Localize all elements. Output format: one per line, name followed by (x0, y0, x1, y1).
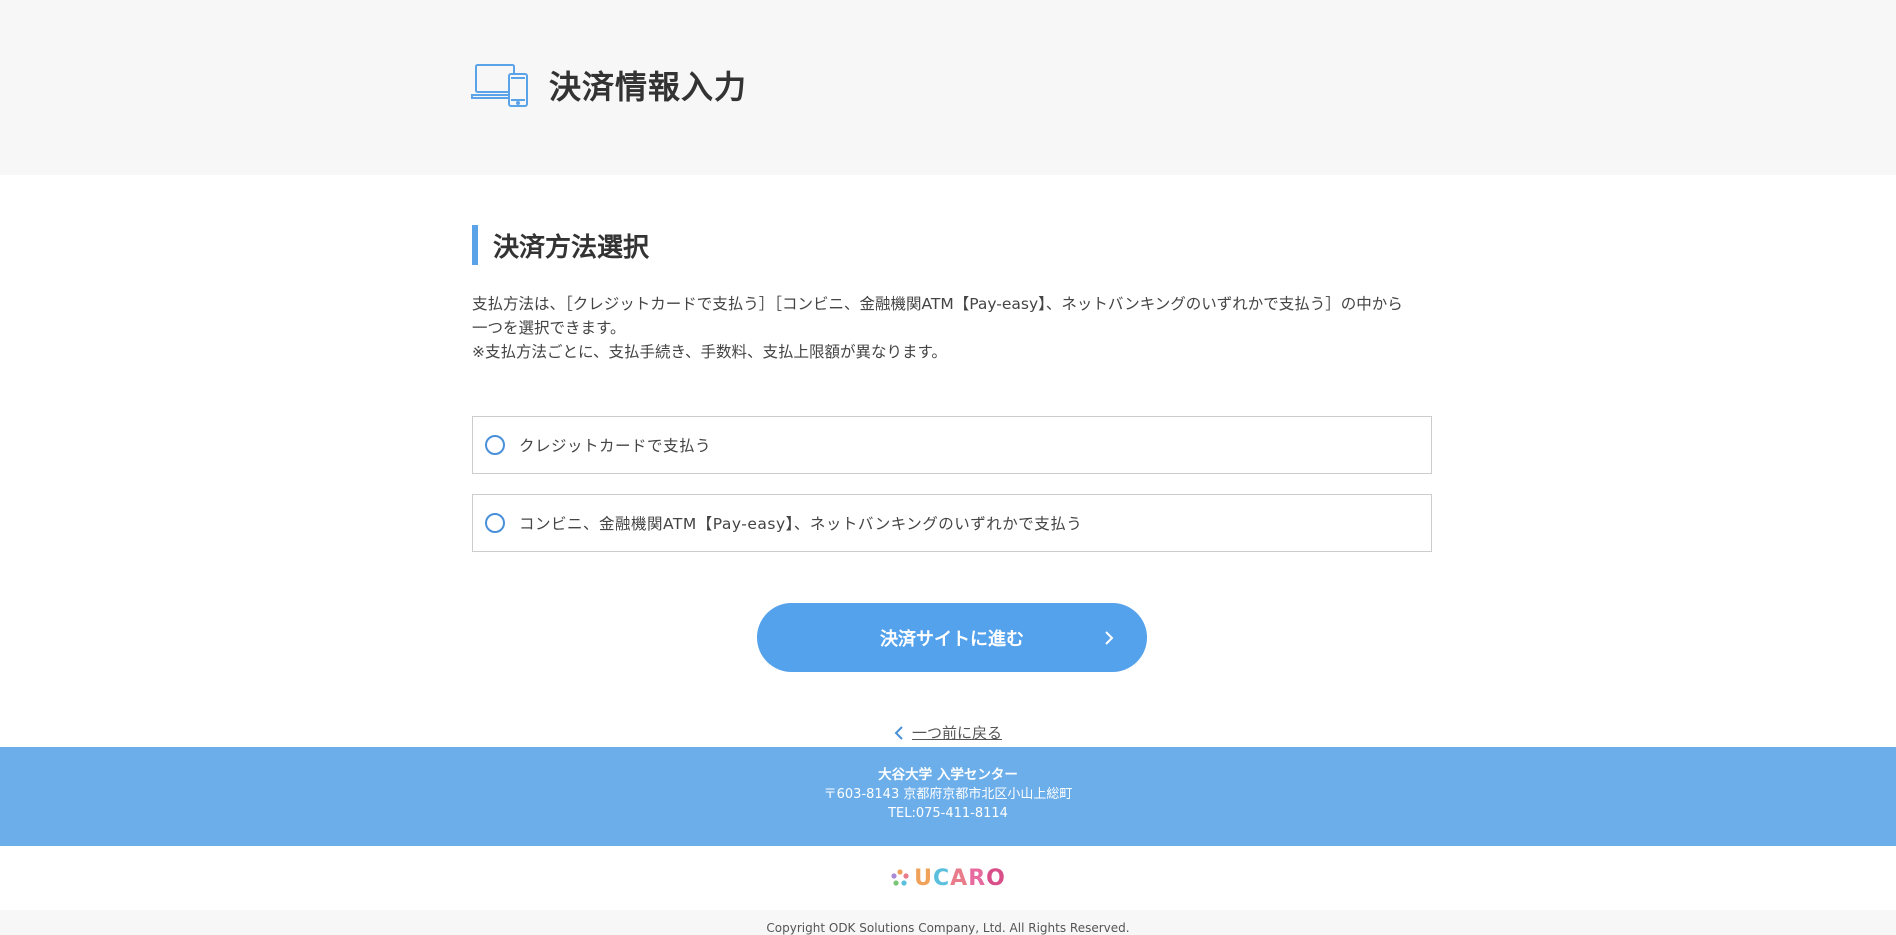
page-title: 決済情報入力 (549, 68, 748, 106)
logo-letter: C (933, 865, 951, 891)
back-link-wrapper: 一つ前に戻る (0, 722, 1896, 743)
payment-description: 支払方法は、［クレジットカードで支払う］［コンビニ、金融機関ATM【Pay-ea… (472, 292, 1432, 364)
logo-letter: O (986, 865, 1006, 891)
option-credit-card[interactable]: クレジットカードで支払う (472, 416, 1432, 474)
description-line: 一つを選択できます。 (472, 319, 626, 337)
radio-convenience-store[interactable] (485, 513, 505, 533)
footer-tel: TEL:075-411-8114 (888, 806, 1008, 821)
back-link-label: 一つ前に戻る (911, 724, 1002, 742)
logo-letter: U (914, 865, 934, 891)
section-heading: 決済方法選択 (472, 225, 1432, 265)
option-label: コンビニ、金融機関ATM【Pay-easy】、ネットバンキングのいずれかで支払う (519, 515, 1083, 533)
proceed-button-label: 決済サイトに進む (880, 628, 1024, 650)
proceed-to-payment-button[interactable]: 決済サイトに進む (757, 603, 1147, 672)
ucaro-mark-icon (891, 869, 909, 886)
ucaro-wordmark: U C A R O (914, 866, 1006, 891)
logo-letter: R (968, 865, 987, 891)
payment-options: クレジットカードで支払う コンビニ、金融機関ATM【Pay-easy】、ネットバ… (472, 416, 1432, 552)
logo-letter: A (950, 865, 969, 891)
ucaro-logo: U C A R O (890, 866, 1006, 891)
header-title-group: 決済情報入力 (471, 62, 747, 108)
copyright: Copyright ODK Solutions Company, Ltd. Al… (0, 910, 1896, 935)
description-line: 支払方法は、［クレジットカードで支払う］［コンビニ、金融機関ATM【Pay-ea… (472, 295, 1403, 313)
option-label: クレジットカードで支払う (519, 437, 712, 455)
footer-org-name: 大谷大学 入学センター (878, 767, 1018, 783)
footer: 大谷大学 入学センター 〒603-8143 京都府京都市北区小山上総町 TEL:… (0, 747, 1896, 846)
submit-wrapper: 決済サイトに進む (757, 603, 1147, 672)
option-convenience-store[interactable]: コンビニ、金融機関ATM【Pay-easy】、ネットバンキングのいずれかで支払う (472, 494, 1432, 552)
devices-icon (471, 64, 528, 107)
back-link[interactable]: 一つ前に戻る (894, 722, 1002, 743)
footer-address: 〒603-8143 京都府京都市北区小山上総町 (823, 787, 1073, 802)
chevron-right-icon (1105, 630, 1114, 645)
description-note: ※支払方法ごとに、支払手続き、手数料、支払上限額が異なります。 (472, 343, 947, 361)
page-header: 決済情報入力 (0, 0, 1896, 175)
chevron-left-icon (894, 725, 903, 740)
radio-credit-card[interactable] (485, 435, 505, 455)
main-content: 決済方法選択 支払方法は、［クレジットカードで支払う］［コンビニ、金融機関ATM… (472, 225, 1432, 552)
logo-area: U C A R O (0, 846, 1896, 910)
